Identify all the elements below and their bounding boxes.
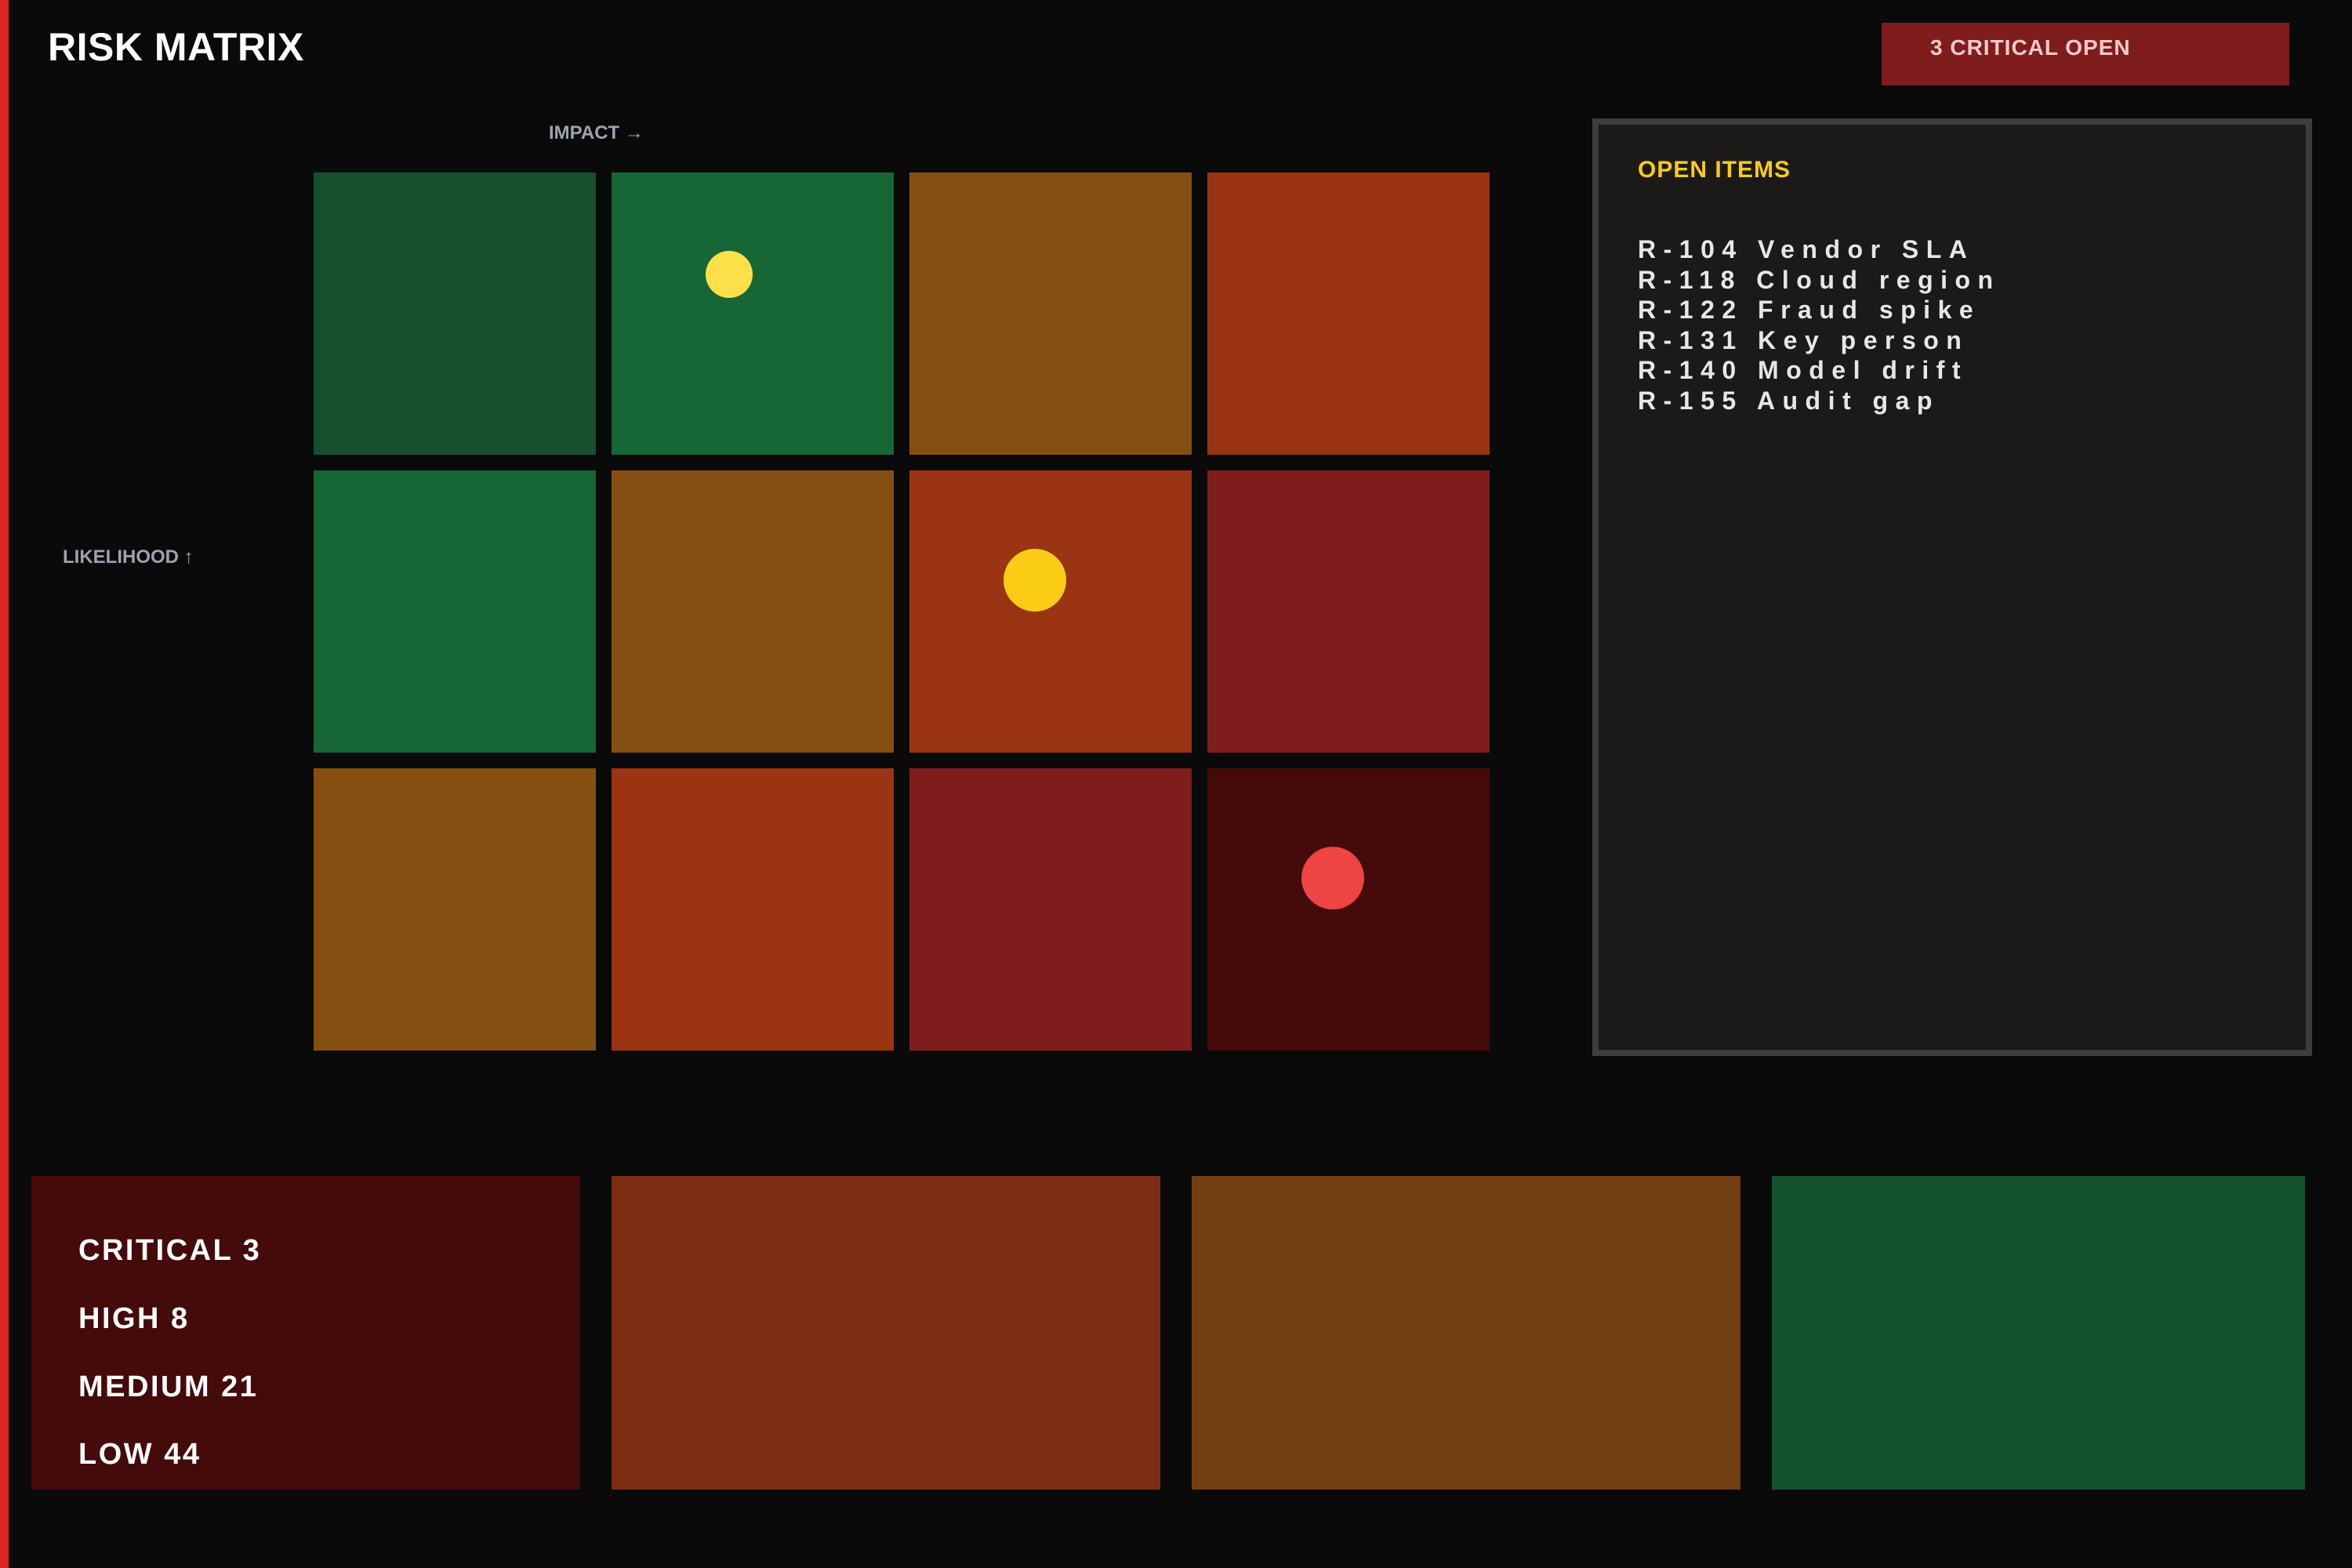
page-title: RISK MATRIX	[48, 25, 304, 69]
matrix-cell-r1-c4[interactable]	[1207, 172, 1490, 455]
list-item[interactable]: R-131 Key person	[1638, 325, 2001, 356]
open-items-panel: OPEN ITEMS R-104 Vendor SLA R-118 Cloud …	[1592, 118, 2312, 1056]
low-count: LOW 44	[78, 1438, 201, 1471]
accent-bar	[0, 0, 9, 1568]
list-item[interactable]: R-122 Fraud spike	[1638, 295, 2001, 325]
impact-axis-label: IMPACT →	[549, 122, 644, 143]
open-items-title: OPEN ITEMS	[1638, 157, 1791, 183]
severity-summary-card: CRITICAL 3 HIGH 8 MEDIUM 21 LOW 44	[31, 1176, 580, 1490]
open-items-list: R-104 Vendor SLA R-118 Cloud region R-12…	[1638, 234, 2001, 416]
high-count: HIGH 8	[78, 1302, 190, 1335]
list-item[interactable]: R-104 Vendor SLA	[1638, 234, 2001, 265]
low-severity-card	[1772, 1176, 2305, 1490]
matrix-cell-r2-c4[interactable]	[1207, 470, 1490, 753]
likelihood-axis-label: LIKELIHOOD ↑	[63, 546, 194, 568]
critical-count: CRITICAL 3	[78, 1234, 262, 1267]
matrix-cell-r1-c1[interactable]	[314, 172, 596, 455]
matrix-cell-r3-c4[interactable]	[1207, 768, 1490, 1051]
medium-severity-card	[1192, 1176, 1740, 1490]
critical-open-badge[interactable]: 3 CRITICAL OPEN	[1882, 23, 2289, 85]
matrix-cell-r1-c2[interactable]	[612, 172, 894, 455]
medium-count: MEDIUM 21	[78, 1370, 259, 1403]
risk-marker-critical[interactable]	[1301, 847, 1364, 909]
matrix-cell-r2-c3[interactable]	[909, 470, 1192, 753]
risk-marker-low[interactable]	[706, 251, 753, 298]
high-severity-card	[612, 1176, 1160, 1490]
matrix-cell-r2-c2[interactable]	[612, 470, 894, 753]
risk-marker-medium[interactable]	[1004, 549, 1066, 612]
matrix-cell-r1-c3[interactable]	[909, 172, 1192, 455]
matrix-cell-r3-c1[interactable]	[314, 768, 596, 1051]
list-item[interactable]: R-140 Model drift	[1638, 355, 2001, 386]
list-item[interactable]: R-118 Cloud region	[1638, 265, 2001, 296]
matrix-cell-r3-c2[interactable]	[612, 768, 894, 1051]
matrix-cell-r3-c3[interactable]	[909, 768, 1192, 1051]
matrix-cell-r2-c1[interactable]	[314, 470, 596, 753]
list-item[interactable]: R-155 Audit gap	[1638, 386, 2001, 416]
